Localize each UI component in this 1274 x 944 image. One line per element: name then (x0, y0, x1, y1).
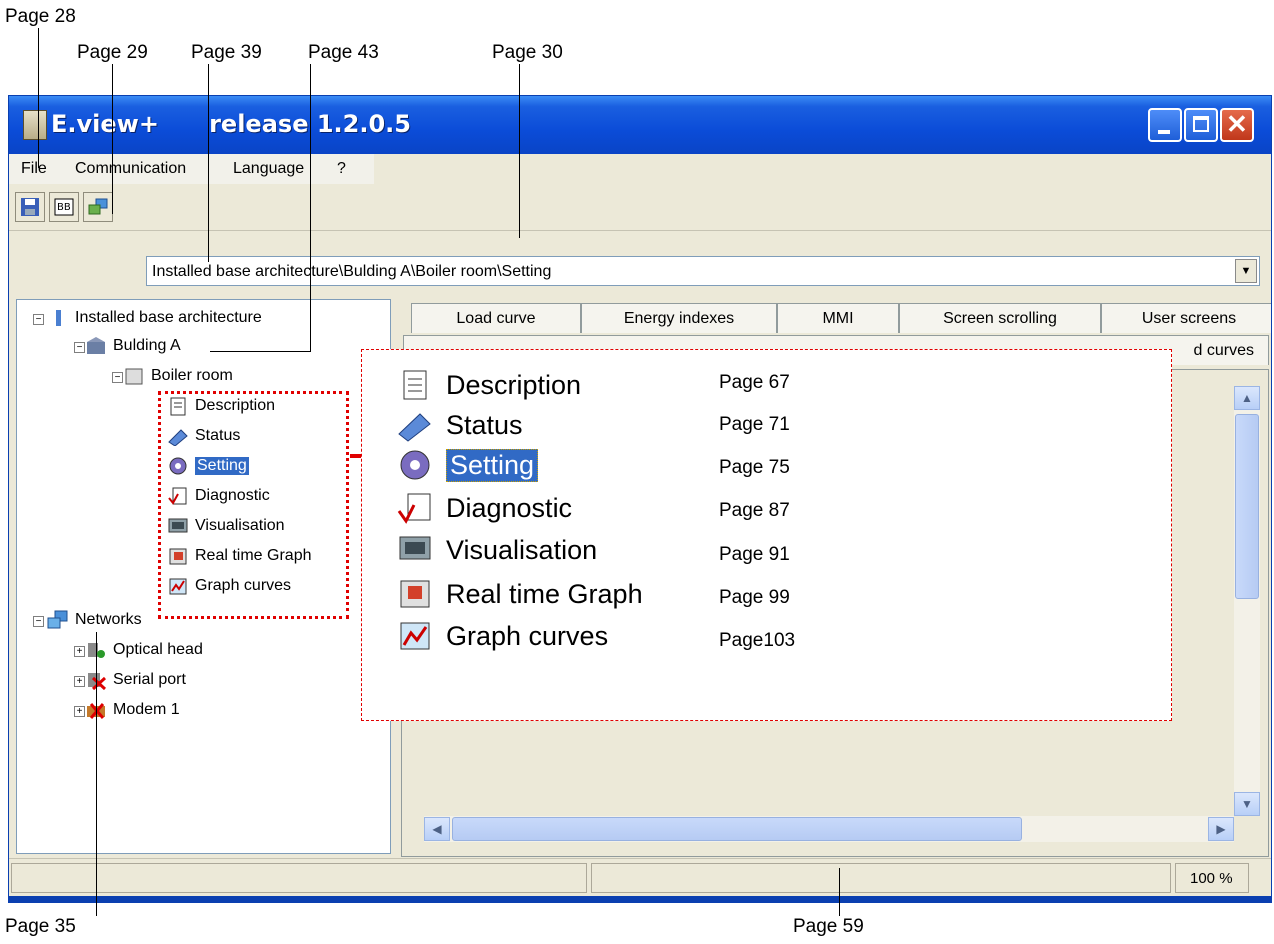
menu-file[interactable]: File (21, 160, 47, 178)
print-preview-button[interactable]: BB (49, 192, 79, 222)
setting-icon (400, 450, 430, 480)
expand-icon[interactable]: + (74, 706, 85, 717)
callout-page-43: Page 43 (308, 42, 379, 63)
status-panel-left (11, 863, 587, 893)
address-value: Installed base architecture\Bulding A\Bo… (152, 263, 552, 280)
svg-text:BB: BB (57, 202, 71, 213)
description-icon (403, 370, 427, 400)
tree-node-room[interactable]: Boiler room (123, 366, 233, 386)
menu-help[interactable]: ? (337, 160, 346, 178)
close-icon: ✕ (1226, 109, 1248, 139)
tree-node-building[interactable]: Bulding A (85, 336, 181, 356)
tab-energy-indexes[interactable]: Energy indexes (581, 303, 777, 333)
tree-highlight-box (158, 391, 349, 619)
tab-load-curve[interactable]: Load curve (411, 303, 581, 333)
networks-icon (47, 610, 68, 629)
callout-page-59: Page 59 (793, 916, 864, 937)
leader-line-page-30 (519, 64, 520, 238)
minimize-icon (1158, 130, 1170, 134)
zoom-page-graph-curves: Page103 (719, 630, 796, 651)
collapse-icon[interactable]: − (33, 616, 44, 627)
vertical-scroll-thumb[interactable] (1235, 414, 1259, 599)
callout-page-39: Page 39 (191, 42, 262, 63)
tree-node-networks[interactable]: Networks (47, 610, 142, 630)
real-time-graph-icon (400, 580, 430, 608)
window-bottom-border (9, 896, 1271, 902)
scroll-down-icon[interactable]: ▼ (1234, 792, 1260, 816)
tree-node-serial-port[interactable]: Serial port (85, 670, 186, 690)
zoom-item-graph-curves: Graph curves (396, 619, 608, 653)
network-icon (88, 198, 108, 215)
zoom-page-real-time-graph: Page 99 (719, 587, 790, 608)
save-icon (21, 198, 39, 216)
building-icon (87, 337, 105, 354)
window-title: E.view+ release 1.2.0.5 (51, 110, 411, 138)
zoom-item-real-time-graph: Real time Graph (396, 577, 643, 611)
leader-line-page-29 (112, 64, 113, 214)
app-icon (23, 110, 47, 140)
installation-icon (56, 310, 61, 326)
zoom-item-visualisation: Visualisation (396, 533, 597, 567)
network-connect-button[interactable] (83, 192, 113, 222)
room-icon (125, 368, 143, 385)
callout-page-28: Page 28 (5, 6, 76, 27)
vertical-scrollbar[interactable]: ▲ ▼ (1234, 386, 1260, 816)
leader-line-page-43 (310, 64, 311, 352)
leader-line-page-43-h (210, 351, 310, 352)
close-button[interactable]: ✕ (1220, 108, 1254, 142)
visualisation-icon (399, 536, 431, 560)
zoom-page-description: Page 67 (719, 372, 790, 393)
callout-page-30: Page 30 (492, 42, 563, 63)
tree-node-optical-head[interactable]: Optical head (85, 640, 203, 660)
leader-line-page-59 (839, 868, 840, 916)
maximize-icon (1193, 116, 1209, 132)
tab-user-screens[interactable]: User screens (1101, 303, 1271, 333)
print-preview-icon: BB (54, 198, 74, 216)
save-button[interactable] (15, 192, 45, 222)
callout-page-35: Page 35 (5, 916, 76, 937)
tree-node-root[interactable]: Installed base architecture (47, 308, 262, 328)
collapse-icon[interactable]: − (112, 372, 123, 383)
menu-language[interactable]: Language (233, 160, 304, 178)
scroll-left-icon[interactable]: ◀ (424, 817, 450, 841)
zoom-page-setting: Page 75 (719, 457, 790, 478)
menu-communication[interactable]: Communication (75, 160, 186, 178)
maximize-button[interactable] (1184, 108, 1218, 142)
status-icon (398, 413, 431, 442)
zoom-item-status: Status (396, 408, 523, 442)
toolbar: BB (9, 186, 1271, 231)
leader-line-page-28 (38, 28, 39, 168)
tab-mmi[interactable]: MMI (777, 303, 899, 333)
tab-screen-scrolling[interactable]: Screen scrolling (899, 303, 1101, 333)
zoom-item-setting: Setting (396, 448, 539, 482)
horizontal-scrollbar[interactable]: ◀ ▶ (424, 816, 1234, 842)
status-bar: 100 % (9, 858, 1271, 899)
horizontal-scroll-thumb[interactable] (452, 817, 1022, 841)
tree-node-modem[interactable]: Modem 1 (85, 700, 180, 720)
graph-curves-icon (400, 622, 430, 650)
zoom-page-status: Page 71 (719, 414, 790, 435)
zoom-item-diagnostic: Diagnostic (396, 491, 572, 525)
chevron-down-icon[interactable]: ▼ (1235, 259, 1257, 283)
menu-bar: File Communication Language ? (9, 154, 374, 184)
collapse-icon[interactable]: − (33, 314, 44, 325)
title-bar[interactable]: E.view+ release 1.2.0.5 ✕ (9, 96, 1271, 154)
zoom-level: 100 % (1175, 863, 1249, 893)
collapse-icon[interactable]: − (74, 342, 85, 353)
expand-icon[interactable]: + (74, 646, 85, 657)
minimize-button[interactable] (1148, 108, 1182, 142)
leader-line-page-35 (96, 632, 97, 916)
address-combobox[interactable]: Installed base architecture\Bulding A\Bo… (146, 256, 1260, 286)
zoom-panel: Description Status Setting Diagnostic Vi… (361, 349, 1172, 721)
callout-page-29: Page 29 (77, 42, 148, 63)
status-panel-middle (591, 863, 1171, 893)
scroll-right-icon[interactable]: ▶ (1208, 817, 1234, 841)
scroll-up-icon[interactable]: ▲ (1234, 386, 1260, 410)
expand-icon[interactable]: + (74, 676, 85, 687)
leader-line-page-39 (208, 64, 209, 262)
diagnostic-icon (397, 493, 431, 524)
zoom-page-diagnostic: Page 87 (719, 500, 790, 521)
zoom-page-visualisation: Page 91 (719, 544, 790, 565)
zoom-item-description: Description (396, 368, 581, 402)
